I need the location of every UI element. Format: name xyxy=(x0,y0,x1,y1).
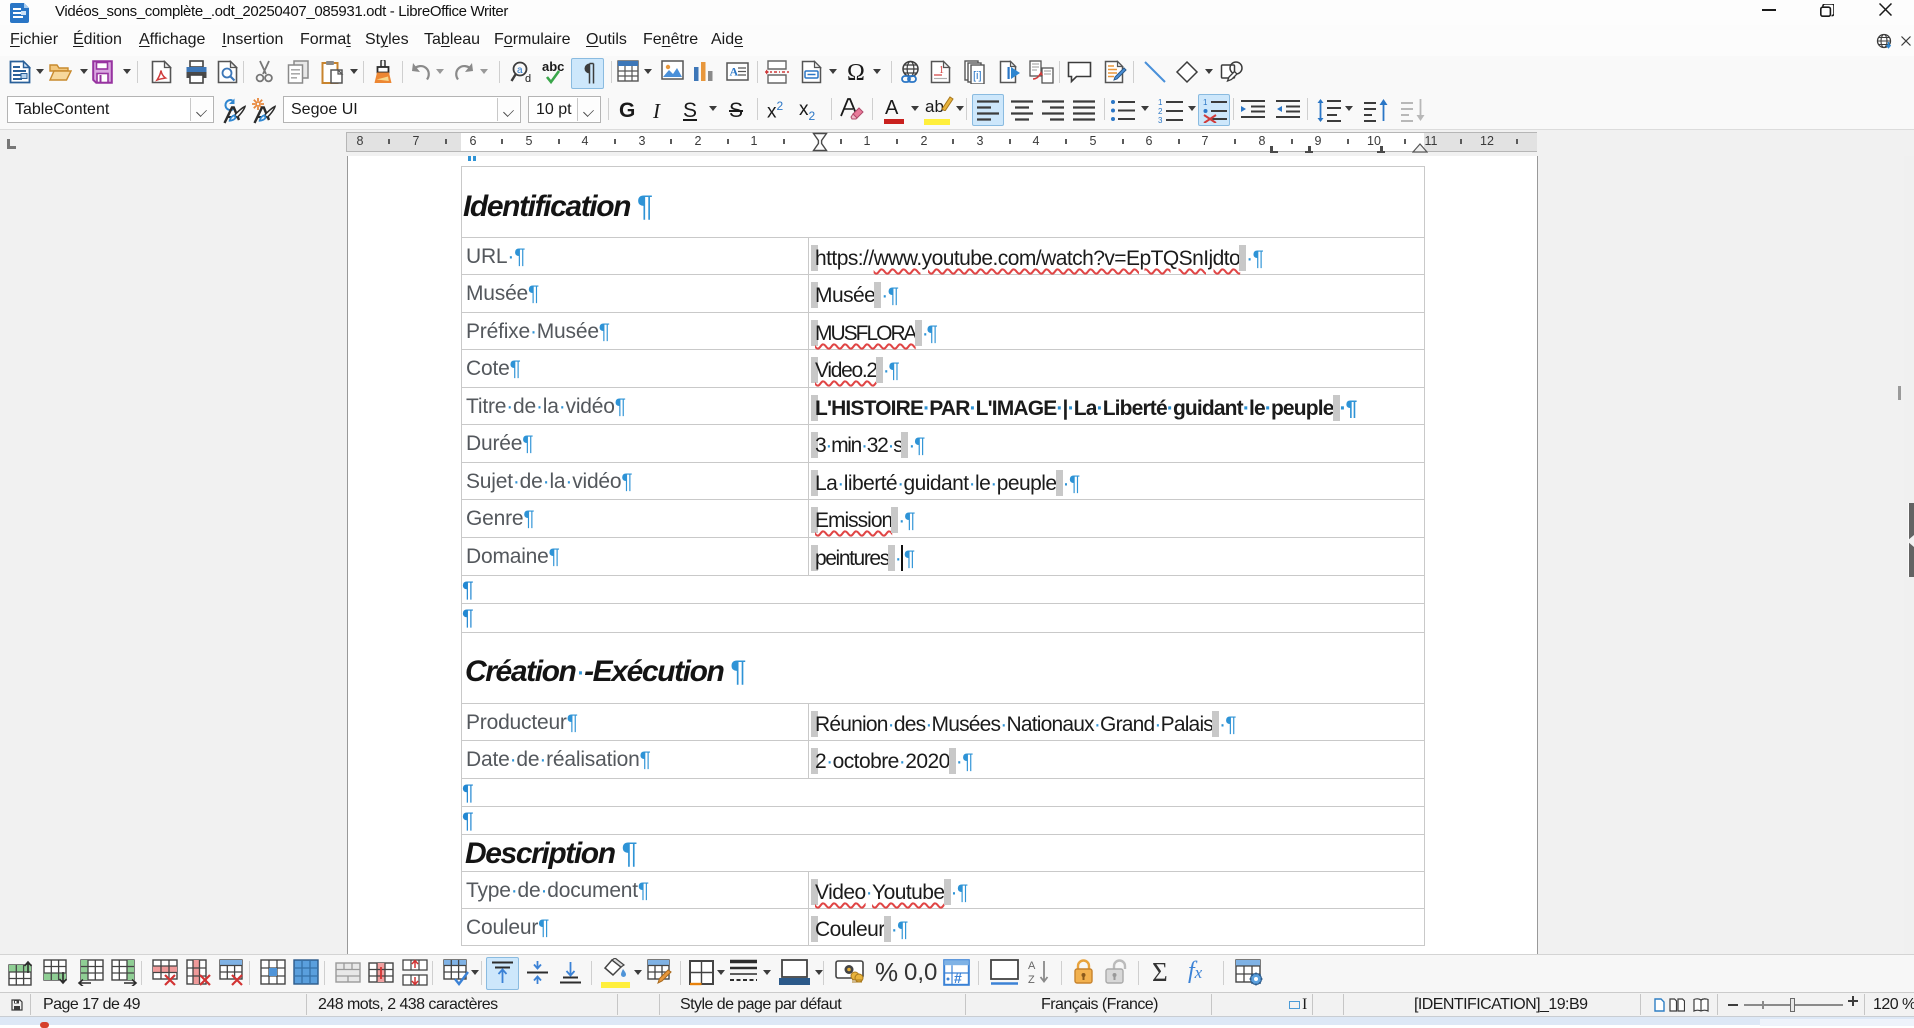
svg-text:3: 3 xyxy=(1158,116,1163,123)
svg-text:1: 1 xyxy=(1158,98,1163,107)
svg-text:Ω: Ω xyxy=(847,60,865,84)
svg-text:1: 1 xyxy=(1203,98,1208,107)
svg-text:1: 1 xyxy=(939,65,944,76)
svg-text:d: d xyxy=(525,73,531,85)
svg-text:[i]: [i] xyxy=(973,70,982,82)
svg-text:Z: Z xyxy=(1028,974,1035,985)
svg-text:A: A xyxy=(1028,960,1036,972)
svg-text:#: # xyxy=(954,970,962,986)
svg-text:abc: abc xyxy=(542,60,564,74)
svg-text:A: A xyxy=(730,65,739,79)
svg-text:a: a xyxy=(517,65,523,76)
svg-text:2: 2 xyxy=(1158,107,1163,116)
